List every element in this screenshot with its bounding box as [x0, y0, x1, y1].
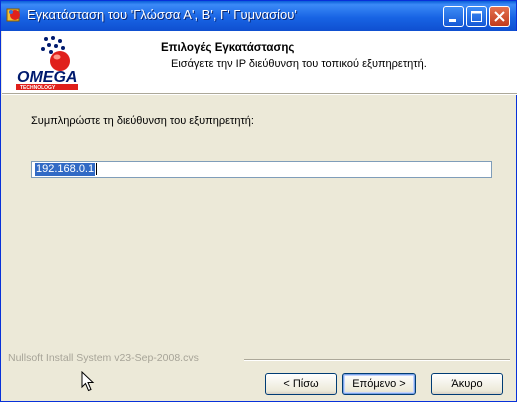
close-icon	[494, 11, 505, 22]
server-address-label: Συμπληρώστε τη διεύθυνση του εξυπηρετητή…	[31, 115, 254, 127]
maximize-button[interactable]	[466, 6, 487, 27]
svg-text:OMEGA: OMEGA	[17, 69, 77, 86]
next-button[interactable]: Επόμενο >	[342, 373, 416, 395]
window-title: Εγκατάσταση του 'Γλώσσα Α', Β', Γ' Γυμνα…	[27, 7, 297, 22]
page-title: Επιλογές Εγκατάστασης	[161, 42, 295, 54]
wizard-header: OMEGA TECHNOLOGY Επιλογές Εγκατάστασης Ε…	[2, 31, 517, 93]
page-subtitle: Εισάγετε την IP διεύθυνση του τοπικού εξ…	[171, 58, 427, 70]
text-caret	[96, 163, 98, 176]
title-bar[interactable]: Εγκατάσταση του 'Γλώσσα Α', Β', Γ' Γυμνα…	[1, 1, 516, 31]
ip-input-value: 192.168.0.1	[35, 163, 96, 176]
minimize-button[interactable]	[443, 6, 464, 27]
back-button[interactable]: < Πίσω	[265, 373, 337, 395]
svg-text:TECHNOLOGY: TECHNOLOGY	[20, 85, 56, 91]
footer-divider	[244, 359, 510, 361]
maximize-icon	[471, 11, 482, 22]
close-button[interactable]	[489, 6, 510, 27]
cancel-button[interactable]: Άκυρο	[431, 373, 503, 395]
omega-logo: OMEGA TECHNOLOGY	[16, 36, 78, 91]
mouse-pointer-icon	[81, 371, 95, 392]
minimize-icon	[449, 19, 456, 22]
header-divider	[2, 93, 517, 95]
installer-app-icon	[6, 8, 20, 22]
installer-window: Εγκατάσταση του 'Γλώσσα Α', Β', Γ' Γυμνα…	[0, 0, 517, 402]
nsis-branding: Nullsoft Install System v23-Sep-2008.cvs	[8, 352, 199, 364]
server-ip-input[interactable]: 192.168.0.1	[31, 161, 492, 178]
